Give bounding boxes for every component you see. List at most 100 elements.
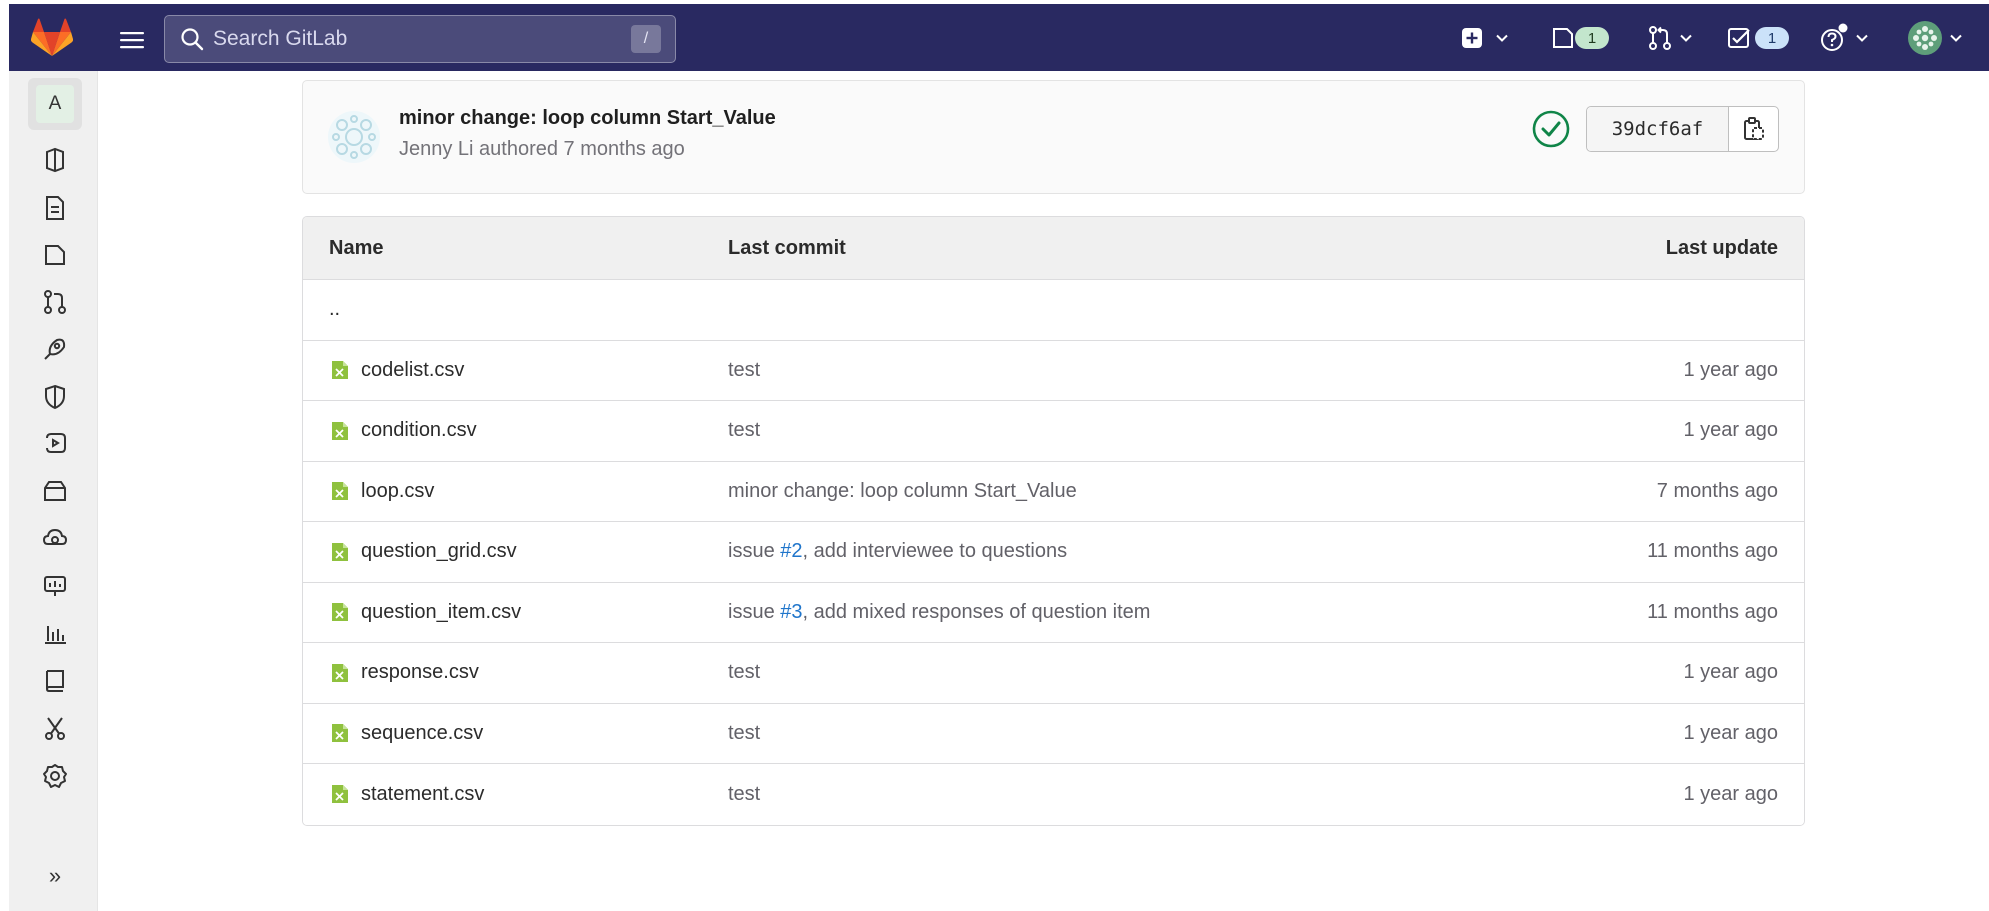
last-update-time: 1 year ago bbox=[1683, 661, 1778, 684]
sidebar-item-project-overview[interactable] bbox=[40, 145, 70, 175]
search-input[interactable]: Search GitLab / bbox=[164, 15, 676, 63]
commit-message[interactable]: test bbox=[728, 359, 760, 382]
table-header: Name Last commit Last update bbox=[303, 217, 1804, 280]
file-cell: condition.csv bbox=[331, 419, 477, 442]
sidebar-item-ci-cd[interactable] bbox=[40, 334, 70, 364]
file-name-link[interactable]: sequence.csv bbox=[361, 722, 483, 745]
sidebar-item-merge-requests[interactable] bbox=[40, 287, 70, 317]
create-new-button[interactable] bbox=[1461, 20, 1509, 56]
wiki-icon bbox=[45, 670, 64, 692]
commit-message[interactable]: test bbox=[728, 783, 760, 806]
infrastructure-icon bbox=[42, 528, 68, 545]
table-row[interactable]: codelist.csv test 1 year ago bbox=[303, 340, 1804, 401]
status-success-icon bbox=[1532, 110, 1570, 148]
table-row[interactable]: condition.csv test 1 year ago bbox=[303, 401, 1804, 462]
top-navbar: Search GitLab / 1 1 bbox=[9, 4, 1989, 71]
file-name-link[interactable]: question_grid.csv bbox=[361, 540, 517, 563]
header-last-commit: Last commit bbox=[728, 236, 846, 259]
sidebar-item-wiki[interactable] bbox=[40, 666, 70, 696]
commit-title[interactable]: minor change: loop column Start_Value bbox=[399, 107, 776, 130]
commit-message-text: test bbox=[728, 661, 761, 684]
file-cell: statement.csv bbox=[331, 783, 484, 806]
last-update-time: 1 year ago bbox=[1683, 721, 1778, 744]
merge-requests-button[interactable] bbox=[1647, 20, 1693, 56]
table-row[interactable]: loop.csv minor change: loop column Start… bbox=[303, 461, 1804, 522]
sidebar-item-analytics[interactable] bbox=[40, 618, 70, 648]
gitlab-logo-icon[interactable] bbox=[30, 18, 74, 58]
table-row[interactable]: response.csv test 1 year ago bbox=[303, 643, 1804, 704]
issues-icon bbox=[1553, 28, 1573, 48]
search-icon bbox=[181, 28, 204, 51]
commit-message[interactable]: minor change: loop column Start_Value bbox=[728, 480, 1077, 503]
ci-cd-rocket-icon bbox=[44, 338, 66, 360]
sidebar-item-deployments[interactable] bbox=[40, 429, 70, 459]
table-row[interactable]: statement.csv test 1 year ago bbox=[303, 764, 1804, 825]
commit-message-text: test bbox=[728, 419, 761, 442]
file-name-link[interactable]: question_item.csv bbox=[361, 601, 521, 624]
parent-directory-link[interactable]: .. bbox=[329, 298, 340, 321]
plus-square-icon bbox=[1462, 28, 1482, 48]
file-name-link[interactable]: response.csv bbox=[361, 661, 479, 684]
search-shortcut-key: / bbox=[631, 25, 661, 53]
user-menu-button[interactable] bbox=[1907, 20, 1963, 56]
issues-button[interactable]: 1 bbox=[1551, 20, 1609, 56]
file-name-link[interactable]: statement.csv bbox=[361, 783, 484, 806]
table-row[interactable]: question_item.csv issue #3, add mixed re… bbox=[303, 582, 1804, 643]
commit-author-avatar[interactable] bbox=[328, 111, 380, 163]
sidebar-item-settings[interactable] bbox=[40, 761, 70, 791]
sidebar-item-repository[interactable] bbox=[40, 193, 70, 223]
last-update-time: 1 year ago bbox=[1683, 782, 1778, 805]
commit-message[interactable]: test bbox=[728, 419, 760, 442]
commit-message[interactable]: test bbox=[728, 722, 760, 745]
repository-icon bbox=[46, 196, 64, 220]
file-name-link[interactable]: condition.csv bbox=[361, 419, 477, 442]
commit-message-text: issue bbox=[728, 600, 781, 623]
sidebar-item-security[interactable] bbox=[40, 382, 70, 412]
project-initial: A bbox=[36, 85, 74, 123]
project-sidebar: A » bbox=[9, 71, 98, 911]
commit-message[interactable]: issue #2, add interviewee to questions bbox=[728, 540, 1067, 563]
header-name: Name bbox=[329, 236, 384, 259]
commit-message[interactable]: issue #3, add mixed responses of questio… bbox=[728, 601, 1150, 624]
file-name-link[interactable]: loop.csv bbox=[361, 480, 434, 503]
commit-sha[interactable]: 39dcf6af bbox=[1587, 107, 1729, 151]
table-row[interactable]: question_grid.csv issue #2, add intervie… bbox=[303, 522, 1804, 583]
snippets-icon bbox=[45, 717, 65, 740]
hamburger-icon bbox=[120, 32, 144, 49]
last-update-time: 11 months ago bbox=[1647, 600, 1778, 623]
sidebar-item-snippets[interactable] bbox=[40, 714, 70, 744]
header-last-update: Last update bbox=[1665, 236, 1778, 259]
commit-message[interactable]: test bbox=[728, 661, 760, 684]
last-update-time: 11 months ago bbox=[1647, 540, 1778, 563]
project-overview-icon bbox=[46, 147, 64, 173]
help-button[interactable] bbox=[1819, 20, 1869, 56]
issue-link[interactable]: #2 bbox=[780, 540, 802, 562]
security-shield-icon bbox=[45, 384, 65, 410]
last-update-time: 1 year ago bbox=[1683, 419, 1778, 442]
help-question-icon bbox=[1821, 23, 1848, 51]
settings-icon bbox=[43, 764, 67, 788]
parent-directory-row[interactable]: .. bbox=[303, 280, 1804, 341]
pipeline-status-icon[interactable] bbox=[1531, 109, 1571, 149]
project-avatar[interactable]: A bbox=[28, 78, 82, 130]
packages-icon bbox=[44, 481, 66, 501]
todos-button[interactable]: 1 bbox=[1727, 20, 1789, 56]
expand-sidebar-button[interactable]: » bbox=[40, 861, 70, 891]
sidebar-item-issues[interactable] bbox=[40, 240, 70, 270]
sidebar-item-infrastructure[interactable] bbox=[40, 524, 70, 554]
csv-file-icon bbox=[332, 603, 348, 622]
chevron-down-icon bbox=[1950, 34, 1962, 42]
table-row[interactable]: sequence.csv test 1 year ago bbox=[303, 703, 1804, 764]
hamburger-menu-button[interactable] bbox=[112, 24, 152, 56]
deployments-icon bbox=[46, 433, 66, 453]
commit-message-suffix: , add mixed responses of question item bbox=[802, 600, 1151, 623]
file-name-link[interactable]: codelist.csv bbox=[361, 359, 464, 382]
copy-sha-button[interactable] bbox=[1729, 107, 1778, 151]
sidebar-item-monitor[interactable] bbox=[40, 571, 70, 601]
issue-link[interactable]: #3 bbox=[780, 601, 802, 623]
search-placeholder: Search GitLab bbox=[213, 27, 348, 50]
chevron-down-icon bbox=[1680, 34, 1692, 42]
last-update-time: 1 year ago bbox=[1683, 358, 1778, 381]
sidebar-item-packages[interactable] bbox=[40, 476, 70, 506]
csv-file-icon bbox=[332, 482, 348, 501]
